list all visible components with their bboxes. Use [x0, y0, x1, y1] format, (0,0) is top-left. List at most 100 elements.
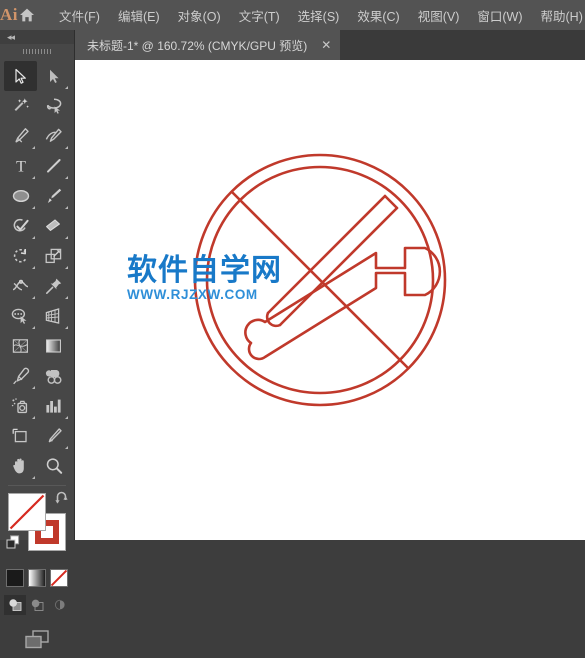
- perspective-grid-tool[interactable]: [37, 301, 70, 331]
- draw-inside-button[interactable]: [48, 595, 70, 615]
- menu-edit[interactable]: 编辑(E): [109, 2, 169, 29]
- mesh-icon: [11, 337, 30, 355]
- menu-type[interactable]: 文字(T): [230, 2, 289, 29]
- scale-icon: [44, 247, 63, 265]
- rotate-tool[interactable]: [4, 241, 37, 271]
- artboard-icon: [11, 427, 30, 445]
- flyout-indicator: [32, 206, 35, 209]
- app-logo: Ai: [0, 0, 18, 30]
- draw-behind-button[interactable]: [26, 595, 48, 615]
- fill-swatch[interactable]: [8, 493, 46, 531]
- default-swatch-icon: [6, 535, 21, 550]
- prohibition-slash: [232, 192, 408, 368]
- menu-file[interactable]: 文件(F): [50, 2, 109, 29]
- color-mode-button[interactable]: [6, 569, 24, 587]
- line-segment-tool[interactable]: [37, 151, 70, 181]
- change-screen-mode-button[interactable]: [16, 625, 58, 658]
- magnifier-icon: [45, 457, 63, 475]
- close-icon[interactable]: ✕: [321, 39, 331, 51]
- menu-object[interactable]: 对象(O): [169, 2, 230, 29]
- curvature-pen-icon: [45, 127, 63, 145]
- menu-select[interactable]: 选择(S): [289, 2, 349, 29]
- no-tools-prohibition-sign: [75, 60, 585, 540]
- type-t-icon: T: [12, 157, 30, 175]
- gradient-mode-button[interactable]: [28, 569, 46, 587]
- eyedropper-tool[interactable]: [4, 361, 37, 391]
- collapse-panel-button[interactable]: ◂◂: [0, 30, 74, 44]
- tools-panel: ◂◂: [0, 30, 75, 540]
- selection-tool[interactable]: [4, 61, 37, 91]
- curvature-tool[interactable]: [37, 121, 70, 151]
- lasso-tool[interactable]: [37, 91, 70, 121]
- free-transform-tool[interactable]: [37, 271, 70, 301]
- rotate-icon: [12, 247, 30, 265]
- menu-view[interactable]: 视图(V): [409, 2, 469, 29]
- artboard-tool[interactable]: [4, 421, 37, 451]
- blend-icon: [44, 367, 63, 385]
- magic-wand-tool[interactable]: [4, 91, 37, 121]
- default-fill-stroke-button[interactable]: [6, 535, 21, 555]
- flyout-indicator: [32, 386, 35, 389]
- blend-tool[interactable]: [37, 361, 70, 391]
- draw-behind-icon: [30, 598, 45, 612]
- free-transform-pin-icon: [45, 277, 63, 295]
- screwdriver: [267, 196, 397, 326]
- fill-stroke-controls: [0, 489, 74, 567]
- column-graph-tool[interactable]: [37, 391, 70, 421]
- type-tool[interactable]: T: [4, 151, 37, 181]
- mesh-tool[interactable]: [4, 331, 37, 361]
- lasso-icon: [45, 97, 63, 115]
- paintbrush-tool[interactable]: [37, 181, 70, 211]
- pen-tool[interactable]: [4, 121, 37, 151]
- gradient-tool[interactable]: [37, 331, 70, 361]
- screen-mode-row: [0, 625, 74, 658]
- magic-wand-icon: [12, 97, 30, 115]
- flyout-indicator: [32, 326, 35, 329]
- flyout-indicator: [65, 416, 68, 419]
- draw-normal-button[interactable]: [4, 595, 26, 615]
- shape-builder-tool[interactable]: [4, 301, 37, 331]
- shaper-tool[interactable]: [4, 211, 37, 241]
- artboard-canvas[interactable]: 软件自学网 WWW.RJZXW.COM: [75, 60, 585, 540]
- document-tab[interactable]: 未标题-1* @ 160.72% (CMYK/GPU 预览) ✕: [75, 30, 340, 60]
- flyout-indicator: [65, 326, 68, 329]
- eraser-tool[interactable]: [37, 211, 70, 241]
- tool-grid: T: [0, 58, 74, 481]
- color-mode-row: [0, 569, 74, 587]
- draw-normal-icon: [8, 598, 23, 612]
- symbol-sprayer-tool[interactable]: [4, 391, 37, 421]
- flyout-indicator: [65, 146, 68, 149]
- flyout-indicator: [65, 296, 68, 299]
- swap-fill-stroke-button[interactable]: [54, 491, 70, 511]
- flyout-indicator: [32, 146, 35, 149]
- panel-drag-handle[interactable]: [0, 44, 74, 58]
- swap-arrow-icon: [54, 491, 70, 506]
- ellipse-icon: [11, 187, 31, 205]
- hand-tool[interactable]: [4, 451, 37, 481]
- toolbar-divider: [8, 485, 66, 486]
- draw-inside-icon: [52, 598, 67, 612]
- svg-text:T: T: [16, 159, 26, 176]
- menu-effect[interactable]: 效果(C): [348, 2, 408, 29]
- menu-window[interactable]: 窗口(W): [468, 2, 531, 29]
- perspective-grid-icon: [44, 307, 63, 325]
- symbol-sprayer-icon: [11, 397, 30, 415]
- zoom-tool[interactable]: [37, 451, 70, 481]
- hand-icon: [11, 457, 30, 475]
- none-mode-button[interactable]: [50, 569, 68, 587]
- none-slash-icon: [51, 570, 67, 586]
- slice-tool[interactable]: [37, 421, 70, 451]
- home-button[interactable]: [18, 0, 36, 30]
- width-icon: [11, 277, 30, 295]
- flyout-indicator: [32, 296, 35, 299]
- scale-tool[interactable]: [37, 241, 70, 271]
- direct-selection-tool[interactable]: [37, 61, 70, 91]
- flyout-indicator: [65, 266, 68, 269]
- slice-knife-icon: [45, 427, 63, 445]
- line-icon: [45, 157, 63, 175]
- menu-help[interactable]: 帮助(H): [532, 2, 585, 29]
- width-tool[interactable]: [4, 271, 37, 301]
- flyout-indicator: [32, 476, 35, 479]
- document-tab-bar: 未标题-1* @ 160.72% (CMYK/GPU 预览) ✕: [75, 30, 585, 60]
- ellipse-tool[interactable]: [4, 181, 37, 211]
